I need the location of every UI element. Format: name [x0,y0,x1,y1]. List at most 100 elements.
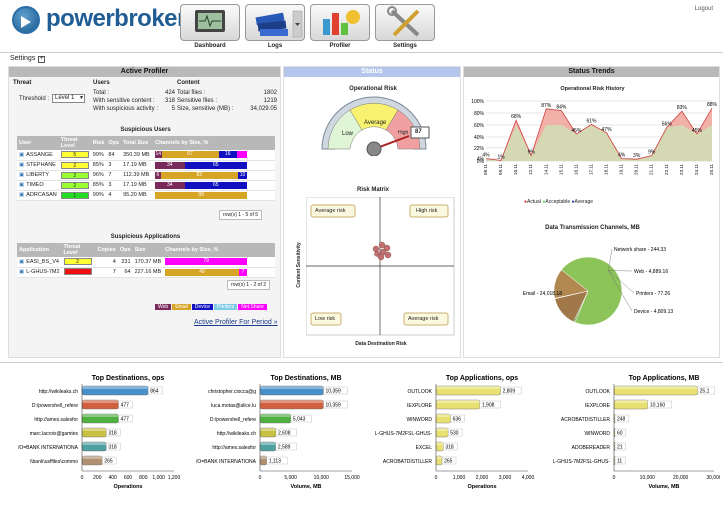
bar-highlight [260,442,276,445]
chart-title: Top Applications, MB [629,375,700,382]
matrix-y-label: Content Sensitivity [296,242,302,288]
logout-link[interactable]: Logout [695,6,713,12]
data-label: 45% [692,128,703,134]
channel-bar: 34 [155,161,185,169]
table-row[interactable]: ▣ ADRCASAN 1 99% 4 95.20 MB 99 [17,190,275,201]
dashboard-button[interactable] [180,4,240,41]
category-label: /O=BANK INTERNATIONA [196,459,257,465]
channels-pie-chart: Email - 24,018.18 Network share - 244.33 W… [523,247,673,326]
apps-pager[interactable]: row(s) 1 - 2 of 2 [227,280,271,290]
settings-label: Settings [393,43,417,49]
threat-level-pill: 2 [60,161,89,169]
chart-icon [323,10,360,35]
channel-bar: 67 [161,151,219,159]
table-cell: 231 [117,257,133,268]
channel-bar: 65 [184,181,248,189]
logs-button[interactable] [245,4,305,41]
data-label: 61% [586,118,597,124]
x-tick-label: 24.11 [694,164,699,175]
stat-label: Size, sensitive (MB) : [177,106,234,112]
value-label: 5,043 [293,417,306,423]
gauge-value: 87 [415,129,422,135]
value-label: 248 [617,417,626,423]
channels-cell: 49 7 [163,267,275,278]
x-tick-label: 12.11 [528,164,533,175]
logo-icon [12,6,40,34]
x-tick-label: 14.11 [543,164,548,175]
risk-history-legend: ●Actual ●Acceptable ●Average [524,199,593,205]
column-header: Channels by Size, % [153,136,275,150]
legend-label: Actual [527,199,543,205]
bar-highlight [260,400,324,403]
x-tick-label: 800 [139,475,148,481]
x-axis-label: Volume, MB [648,484,679,490]
settings-button[interactable] [375,4,435,41]
data-label: 56% [662,121,673,127]
bar-highlight [260,456,267,459]
category-label: OUTLOOK [408,389,433,395]
threat-level-cell: 2 [58,180,91,191]
status-trends-title: Status Trends [464,67,719,77]
table-cell: 17.19 MB [121,180,154,191]
user-name-cell: ▣ TIMEO [17,180,59,191]
table-cell: 7 [106,170,122,181]
value-label: 318 [445,445,454,451]
x-axis-label: Operations [113,484,142,490]
value-label: 1,908 [482,403,495,409]
channel-bar: 79 [165,258,248,266]
category-label: ADOBEREADER [572,445,611,451]
stat-label: Total files : [177,90,206,96]
value-label: 2,589 [278,445,291,451]
x-tick-label: 23.11 [679,164,684,175]
y-tick-label: 60% [474,123,485,129]
threat-level-cell: 5 [58,150,91,161]
books-icon [255,10,303,38]
x-tick-label: 10,000 [640,475,656,481]
category-label: EXCEL [416,445,433,451]
user-icon: ▣ [19,192,25,198]
active-profiler-period-link[interactable]: Active Profiler For Period » [194,319,278,326]
pie-label: Printers - 77.26 [636,291,670,297]
table-row[interactable]: ▣ STEPHANE 2 85% 3 17.19 MB 34 65 [17,160,275,171]
x-tick-label: 200 [93,475,102,481]
table-row[interactable]: ▣ TIMEO 2 85% 3 17.19 MB 34 65 [17,180,275,191]
category-label: http://ames.salesfor [34,417,78,423]
column-header: Size [132,243,164,257]
channel-bar: 99 [155,191,248,199]
stat-label: Total : [93,90,110,96]
users-pager[interactable]: row(s) 1 - 5 of 5 [219,210,263,220]
data-label: 4% [482,153,490,159]
table-row[interactable]: ▣ L-GHUS-7M2 7 64 227.16 MB 49 7 [17,267,275,278]
risk-history-chart: 100%80%60%40%22%4%0%4% 1%68%9%87% 84%45%61… [471,99,718,175]
table-row[interactable]: ▣ LIBERTY 2 96% 7 112.39 MB 6 83 10 [17,170,275,181]
status-trends-panel: Status Trends Operational Risk History 1… [463,66,720,358]
x-tick-label: 0 [259,475,262,481]
x-tick-label: 15.11 [558,164,563,175]
x-tick-label: 400 [108,475,117,481]
bar-highlight [614,400,648,403]
stat-label: Sensitive files : [177,98,218,104]
threshold-label: Threshold : [19,96,50,102]
column-header: Copies [95,243,118,257]
bar-highlight [82,456,103,459]
x-tick-label: 600 [124,475,133,481]
channels-cell: 34 65 [153,180,275,191]
x-tick-label: 1,000 [152,475,165,481]
x-tick-label: 0 [613,475,616,481]
y-tick-label: 100% [471,99,484,105]
settings-toggle[interactable]: Settings + [10,55,46,63]
threat-level-cell: 2 [58,170,91,181]
category-label: WINWORD [584,431,610,437]
profiler-button[interactable] [310,4,370,41]
x-tick-label: 08.11 [483,164,488,175]
data-label: 83% [677,105,688,111]
data-label: 88% [707,102,718,108]
table-row[interactable]: ▣ ASSANGE 5 99% 84 350.39 MB 14 67 16 [17,150,275,161]
quadrant-average-risk-top: Average risk [315,208,346,214]
data-label: 9% [528,150,536,156]
table-cell: 95.20 MB [121,190,154,201]
threshold-select[interactable]: Level 1 ▼ [52,94,85,103]
channels-cell: 99 [153,190,275,201]
table-row[interactable]: ▣ EASI_BS_V4 2 4 231 170.37 MB 79 [17,257,275,268]
stat-row: Total files : 1802 [177,89,277,97]
